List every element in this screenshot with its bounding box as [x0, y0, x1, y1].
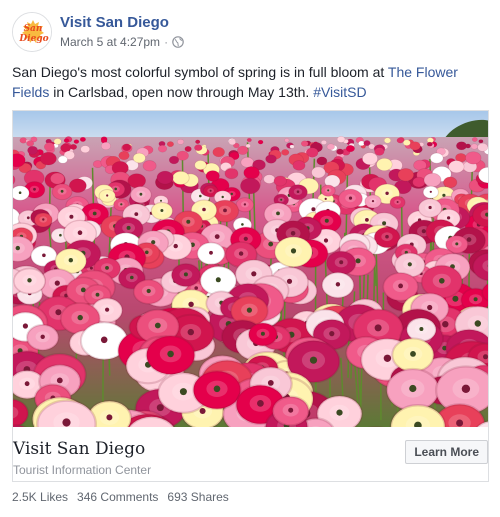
link-card[interactable]: Visit San Diego Tourist Information Cent… [12, 427, 489, 482]
link-card-title[interactable]: Visit San Diego [13, 439, 145, 459]
meta-separator: · [164, 35, 169, 49]
visit-san-diego-logo-icon: San Diego [13, 13, 51, 51]
svg-text:San: San [24, 24, 43, 34]
comments-count[interactable]: 346 Comments [77, 490, 158, 504]
post-timestamp[interactable]: March 5 at 4:27pm [60, 35, 160, 49]
flower-field-photo [13, 111, 488, 427]
hashtag-link[interactable]: #VisitSD [313, 84, 366, 100]
shares-count[interactable]: 693 Shares [167, 490, 228, 504]
link-card-subtitle: Tourist Information Center [13, 463, 152, 477]
post-photo[interactable] [12, 110, 489, 427]
svg-text:Diego: Diego [18, 34, 48, 44]
post-header: San Diego Visit San Diego March 5 at 4:2… [12, 10, 488, 56]
page-name-link[interactable]: Visit San Diego [60, 14, 169, 31]
page-avatar[interactable]: San Diego [12, 12, 52, 52]
facebook-post: San Diego Visit San Diego March 5 at 4:2… [0, 0, 500, 517]
post-stats: 2.5K Likes 346 Comments 693 Shares [12, 490, 229, 504]
globe-icon[interactable] [172, 36, 184, 48]
likes-count[interactable]: 2.5K Likes [12, 490, 68, 504]
post-caption: San Diego's most colorful symbol of spri… [12, 62, 482, 102]
learn-more-button[interactable]: Learn More [405, 440, 488, 464]
caption-text-start: San Diego's most colorful symbol of spri… [12, 64, 388, 80]
post-meta: March 5 at 4:27pm · [60, 35, 184, 49]
caption-text-middle: in Carlsbad, open now through May 13th. [49, 84, 314, 100]
